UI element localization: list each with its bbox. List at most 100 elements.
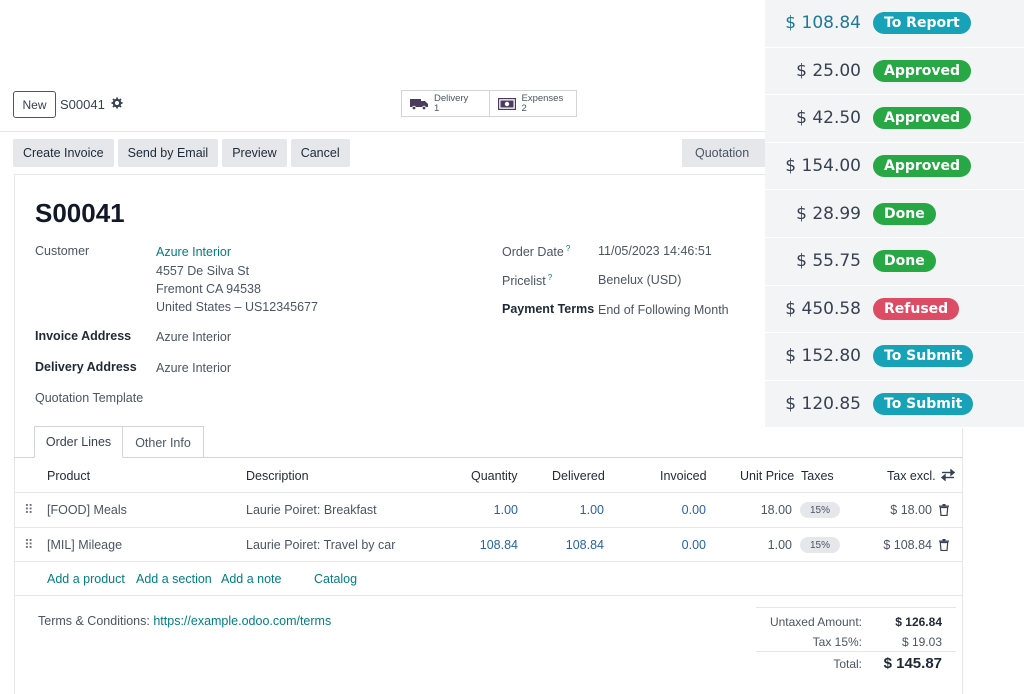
delivery-address-field[interactable]: Azure Interior — [156, 361, 231, 375]
payment-terms-label: Payment Terms — [502, 302, 595, 316]
row-2-description[interactable]: Laurie Poiret: Travel by car — [246, 538, 395, 552]
row-1-delivered[interactable]: 1.00 — [554, 503, 604, 517]
terms-label: Terms & Conditions: — [38, 614, 150, 628]
expense-row[interactable]: $ 152.80 To Submit — [765, 333, 1024, 381]
col-unit-price[interactable]: Unit Price — [740, 469, 794, 483]
order-date-field[interactable]: 11/05/2023 14:46:51 — [598, 244, 712, 258]
smart-buttons: Delivery 1 Expenses 2 — [401, 90, 577, 117]
header-divider — [14, 492, 963, 493]
add-note-link[interactable]: Add a note — [221, 572, 281, 586]
send-by-email-button[interactable]: Send by Email — [117, 139, 219, 167]
delivery-label: Delivery — [434, 92, 469, 104]
expense-amount: $ 42.50 — [796, 108, 861, 129]
col-product[interactable]: Product — [47, 469, 90, 483]
expense-amount: $ 108.84 — [785, 13, 861, 34]
gear-icon[interactable] — [111, 97, 123, 112]
address-line-2: Fremont CA 94538 — [156, 282, 261, 296]
col-tax-excl[interactable]: Tax excl. — [887, 469, 936, 483]
pricelist-field[interactable]: Benelux (USD) — [598, 273, 681, 287]
preview-button[interactable]: Preview — [222, 139, 287, 167]
row-1-tax-badge[interactable]: 15% — [800, 502, 840, 518]
invoice-address-label: Invoice Address — [35, 329, 132, 343]
tax-value: $ 19.03 — [901, 635, 942, 649]
column-settings-icon[interactable] — [940, 468, 956, 484]
trash-icon[interactable] — [939, 539, 949, 554]
row-2-unit-price[interactable]: 1.00 — [742, 538, 792, 552]
row-2-product[interactable]: [MIL] Mileage — [47, 538, 122, 552]
payment-terms-field[interactable]: End of Following Month — [598, 303, 729, 317]
expense-row[interactable]: $ 55.75 Done — [765, 238, 1024, 286]
row-1-subtotal: $ 18.00 — [890, 503, 932, 517]
row-2-delivered[interactable]: 108.84 — [544, 538, 604, 552]
expense-amount: $ 152.80 — [785, 346, 861, 367]
quotation-template-label: Quotation Template — [35, 391, 144, 405]
expense-row[interactable]: $ 120.85 To Submit — [765, 381, 1024, 429]
row-1-quantity[interactable]: 1.00 — [468, 503, 518, 517]
tax-label: Tax 15%: — [812, 635, 862, 649]
row-1-invoiced: 0.00 — [681, 503, 706, 517]
untaxed-value: $ 126.84 — [895, 615, 942, 629]
expense-status-badge: Approved — [873, 59, 972, 82]
col-delivered[interactable]: Delivered — [552, 469, 605, 483]
expenses-smart-button[interactable]: Expenses 2 — [490, 91, 577, 116]
row-1-product[interactable]: [FOOD] Meals — [47, 503, 127, 517]
help-mark: ? — [565, 244, 571, 253]
terms-link[interactable]: https://example.odoo.com/terms — [153, 614, 331, 628]
row-2-subtotal: $ 108.84 — [883, 538, 932, 552]
col-description[interactable]: Description — [246, 469, 309, 483]
expense-row[interactable]: $ 450.58 Refused — [765, 286, 1024, 334]
add-section-link[interactable]: Add a section — [136, 572, 212, 586]
invoice-address-field[interactable]: Azure Interior — [156, 330, 231, 344]
expense-status-badge: To Submit — [873, 393, 974, 416]
page-title: S00041 — [35, 198, 125, 228]
help-mark: ? — [547, 273, 553, 282]
row-2-tax-badge[interactable]: 15% — [800, 537, 840, 553]
row-2-quantity[interactable]: 108.84 — [458, 538, 518, 552]
row-divider — [14, 561, 963, 562]
expense-row[interactable]: $ 42.50 Approved — [765, 95, 1024, 143]
expenses-count: 2 — [521, 102, 527, 114]
drag-handle-icon[interactable]: ⠿ — [24, 502, 33, 518]
trash-icon[interactable] — [939, 504, 949, 519]
expense-status-badge: Done — [873, 250, 936, 273]
add-product-link[interactable]: Add a product — [47, 572, 125, 586]
row-1-description[interactable]: Laurie Poiret: Breakfast — [246, 503, 377, 517]
section-divider — [14, 595, 963, 596]
address-line-3: United States – US12345677 — [156, 300, 318, 314]
tab-other-info[interactable]: Other Info — [123, 426, 204, 458]
expense-status-badge: Approved — [873, 155, 972, 178]
customer-link[interactable]: Azure Interior — [156, 245, 231, 259]
truck-icon — [410, 98, 428, 110]
totals-divider — [756, 607, 956, 608]
expense-status-badge: Approved — [873, 107, 972, 130]
create-invoice-button[interactable]: Create Invoice — [13, 139, 114, 167]
total-label: Total: — [833, 657, 862, 671]
expense-amount: $ 55.75 — [796, 251, 861, 272]
money-icon — [497, 97, 516, 110]
breadcrumb-record-name: S00041 — [60, 97, 105, 112]
col-taxes[interactable]: Taxes — [801, 469, 834, 483]
row-2-invoiced: 0.00 — [681, 538, 706, 552]
tab-order-lines[interactable]: Order Lines — [34, 426, 123, 458]
cancel-button[interactable]: Cancel — [290, 139, 350, 167]
delivery-address-label: Delivery Address — [35, 360, 137, 374]
expense-status-badge: To Submit — [873, 345, 974, 368]
expense-amount: $ 25.00 — [796, 60, 861, 81]
catalog-link[interactable]: Catalog — [314, 572, 357, 586]
status-quotation[interactable]: Quotation — [682, 139, 772, 167]
expense-row[interactable]: $ 25.00 Approved — [765, 48, 1024, 96]
col-invoiced[interactable]: Invoiced — [660, 469, 707, 483]
expenses-label: Expenses — [521, 92, 564, 104]
terms-conditions: Terms & Conditions: https://example.odoo… — [38, 614, 331, 628]
pricelist-label: Pricelist? — [502, 273, 553, 289]
expense-amount: $ 154.00 — [785, 156, 861, 177]
row-1-unit-price[interactable]: 18.00 — [742, 503, 792, 517]
expense-amount: $ 120.85 — [785, 394, 861, 415]
drag-handle-icon[interactable]: ⠿ — [24, 537, 33, 553]
expense-row[interactable]: $ 154.00 Approved — [765, 143, 1024, 191]
col-quantity[interactable]: Quantity — [471, 469, 518, 483]
expense-row[interactable]: $ 28.99 Done — [765, 190, 1024, 238]
new-button[interactable]: New — [13, 91, 56, 118]
expense-row[interactable]: $ 108.84 To Report — [765, 0, 1024, 48]
delivery-smart-button[interactable]: Delivery 1 — [402, 91, 490, 116]
